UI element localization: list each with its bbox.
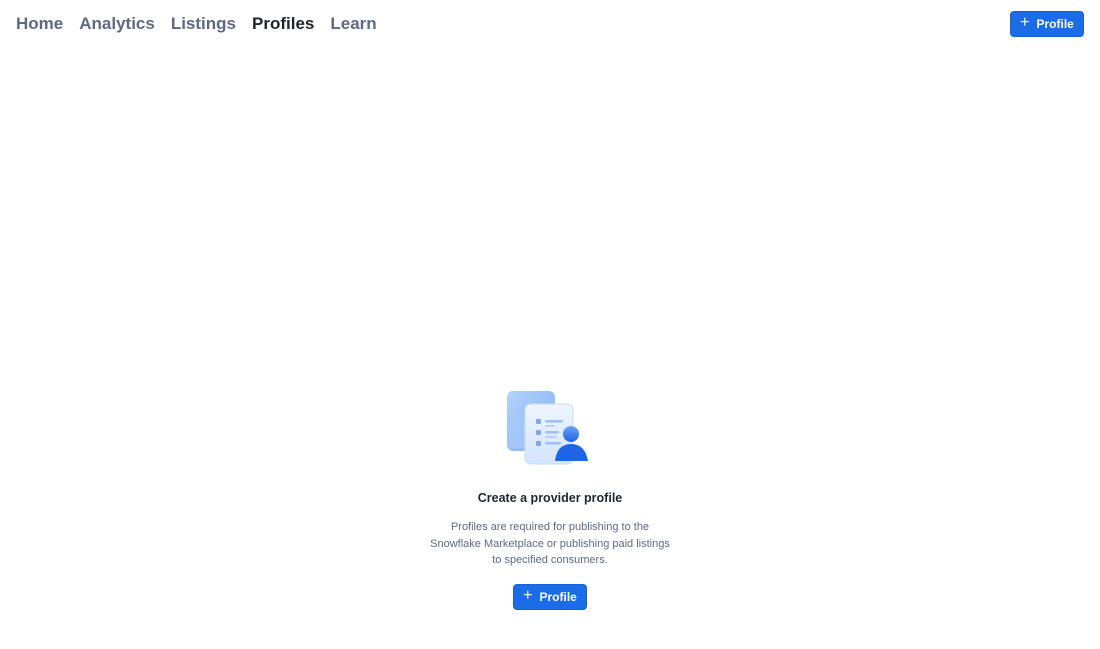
nav-item-home[interactable]: Home xyxy=(16,12,63,36)
add-profile-button[interactable]: + Profile xyxy=(1010,11,1084,37)
nav-item-profiles[interactable]: Profiles xyxy=(252,12,314,36)
top-nav: Home Analytics Listings Profiles Learn xyxy=(16,12,393,36)
create-profile-button-label: Profile xyxy=(539,589,577,604)
plus-icon: + xyxy=(1020,14,1030,31)
nav-item-listings[interactable]: Listings xyxy=(171,12,236,36)
add-profile-button-label: Profile xyxy=(1036,17,1074,31)
nav-item-analytics[interactable]: Analytics xyxy=(79,12,155,36)
empty-state-title: Create a provider profile xyxy=(477,491,623,505)
empty-state-description: Profiles are required for publishing to … xyxy=(430,521,670,566)
provider-profile-illustration-icon xyxy=(507,391,588,465)
plus-icon: + xyxy=(523,586,533,604)
create-profile-button[interactable]: + Profile xyxy=(513,583,587,610)
nav-item-learn[interactable]: Learn xyxy=(330,12,376,36)
page: Home Analytics Listings Profiles Learn +… xyxy=(0,0,1100,649)
empty-state: Create a provider profile Profiles are r… xyxy=(400,388,700,610)
